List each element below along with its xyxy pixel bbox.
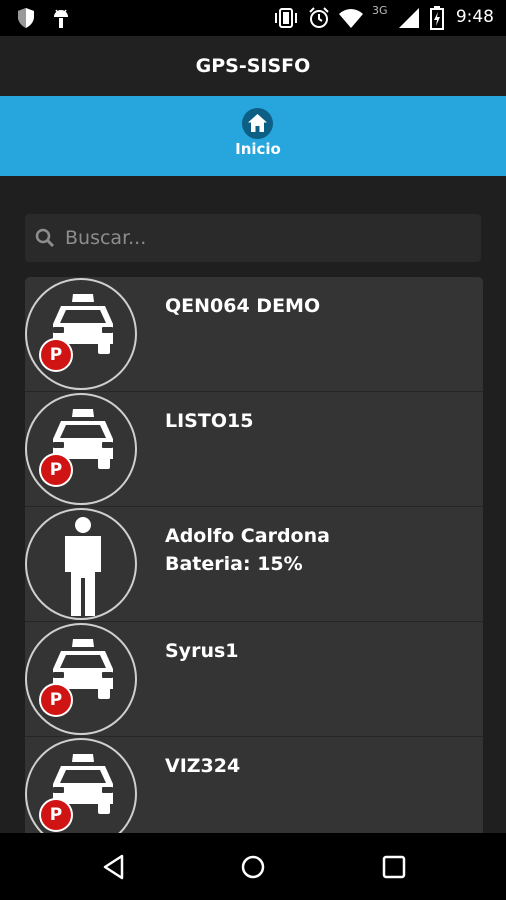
list-item[interactable]: P Syrus1 — [25, 622, 483, 737]
tab-label: Inicio — [235, 140, 281, 158]
battery-charging-icon — [430, 6, 444, 30]
list-item[interactable]: Adolfo Cardona Bateria: 15% — [25, 507, 483, 622]
list-item[interactable]: P LISTO15 — [25, 392, 483, 507]
parked-badge: P — [39, 453, 73, 487]
device-list: P QEN064 DEMO P LISTO15 Adolfo Cardona Bateri… — [25, 277, 483, 833]
shield-icon — [18, 8, 34, 28]
navigation-bar — [0, 833, 506, 900]
status-bar: 3G 9:48 — [0, 0, 506, 36]
parked-badge: P — [39, 683, 73, 717]
alarm-icon — [309, 7, 329, 28]
avatar: P — [25, 278, 137, 390]
person-icon — [65, 517, 101, 616]
item-name: Syrus1 — [165, 640, 239, 662]
item-name: QEN064 DEMO — [165, 295, 321, 317]
clock: 9:48 — [455, 7, 494, 27]
android-icon — [54, 9, 68, 28]
parked-badge: P — [39, 798, 73, 832]
signal-icon — [399, 8, 419, 28]
content: P QEN064 DEMO P LISTO15 Adolfo Cardona Bateri… — [0, 176, 506, 833]
parked-badge: P — [39, 338, 73, 372]
item-name: LISTO15 — [165, 410, 254, 432]
app-title: GPS-SISFO — [195, 55, 311, 77]
home-circle-icon[interactable] — [240, 854, 266, 880]
home-icon — [242, 108, 273, 139]
app-bar: GPS-SISFO — [0, 36, 506, 96]
search-input[interactable] — [65, 214, 465, 262]
wifi-icon — [339, 9, 363, 28]
item-name: VIZ324 — [165, 755, 241, 777]
avatar: P — [25, 738, 137, 833]
network-type: 3G — [372, 4, 388, 17]
item-battery: Bateria: 15% — [165, 553, 303, 575]
recents-icon[interactable] — [381, 854, 407, 880]
back-icon[interactable] — [101, 854, 127, 880]
avatar — [25, 508, 137, 620]
list-item[interactable]: P VIZ324 — [25, 737, 483, 833]
vibrate-icon — [275, 8, 297, 28]
avatar: P — [25, 393, 137, 505]
tab-bar: Inicio — [0, 96, 506, 176]
search-icon — [35, 228, 55, 248]
search-bar — [25, 214, 481, 262]
tab-inicio[interactable]: Inicio — [228, 106, 288, 166]
item-name: Adolfo Cardona — [165, 525, 330, 547]
avatar: P — [25, 623, 137, 735]
list-item[interactable]: P QEN064 DEMO — [25, 277, 483, 392]
